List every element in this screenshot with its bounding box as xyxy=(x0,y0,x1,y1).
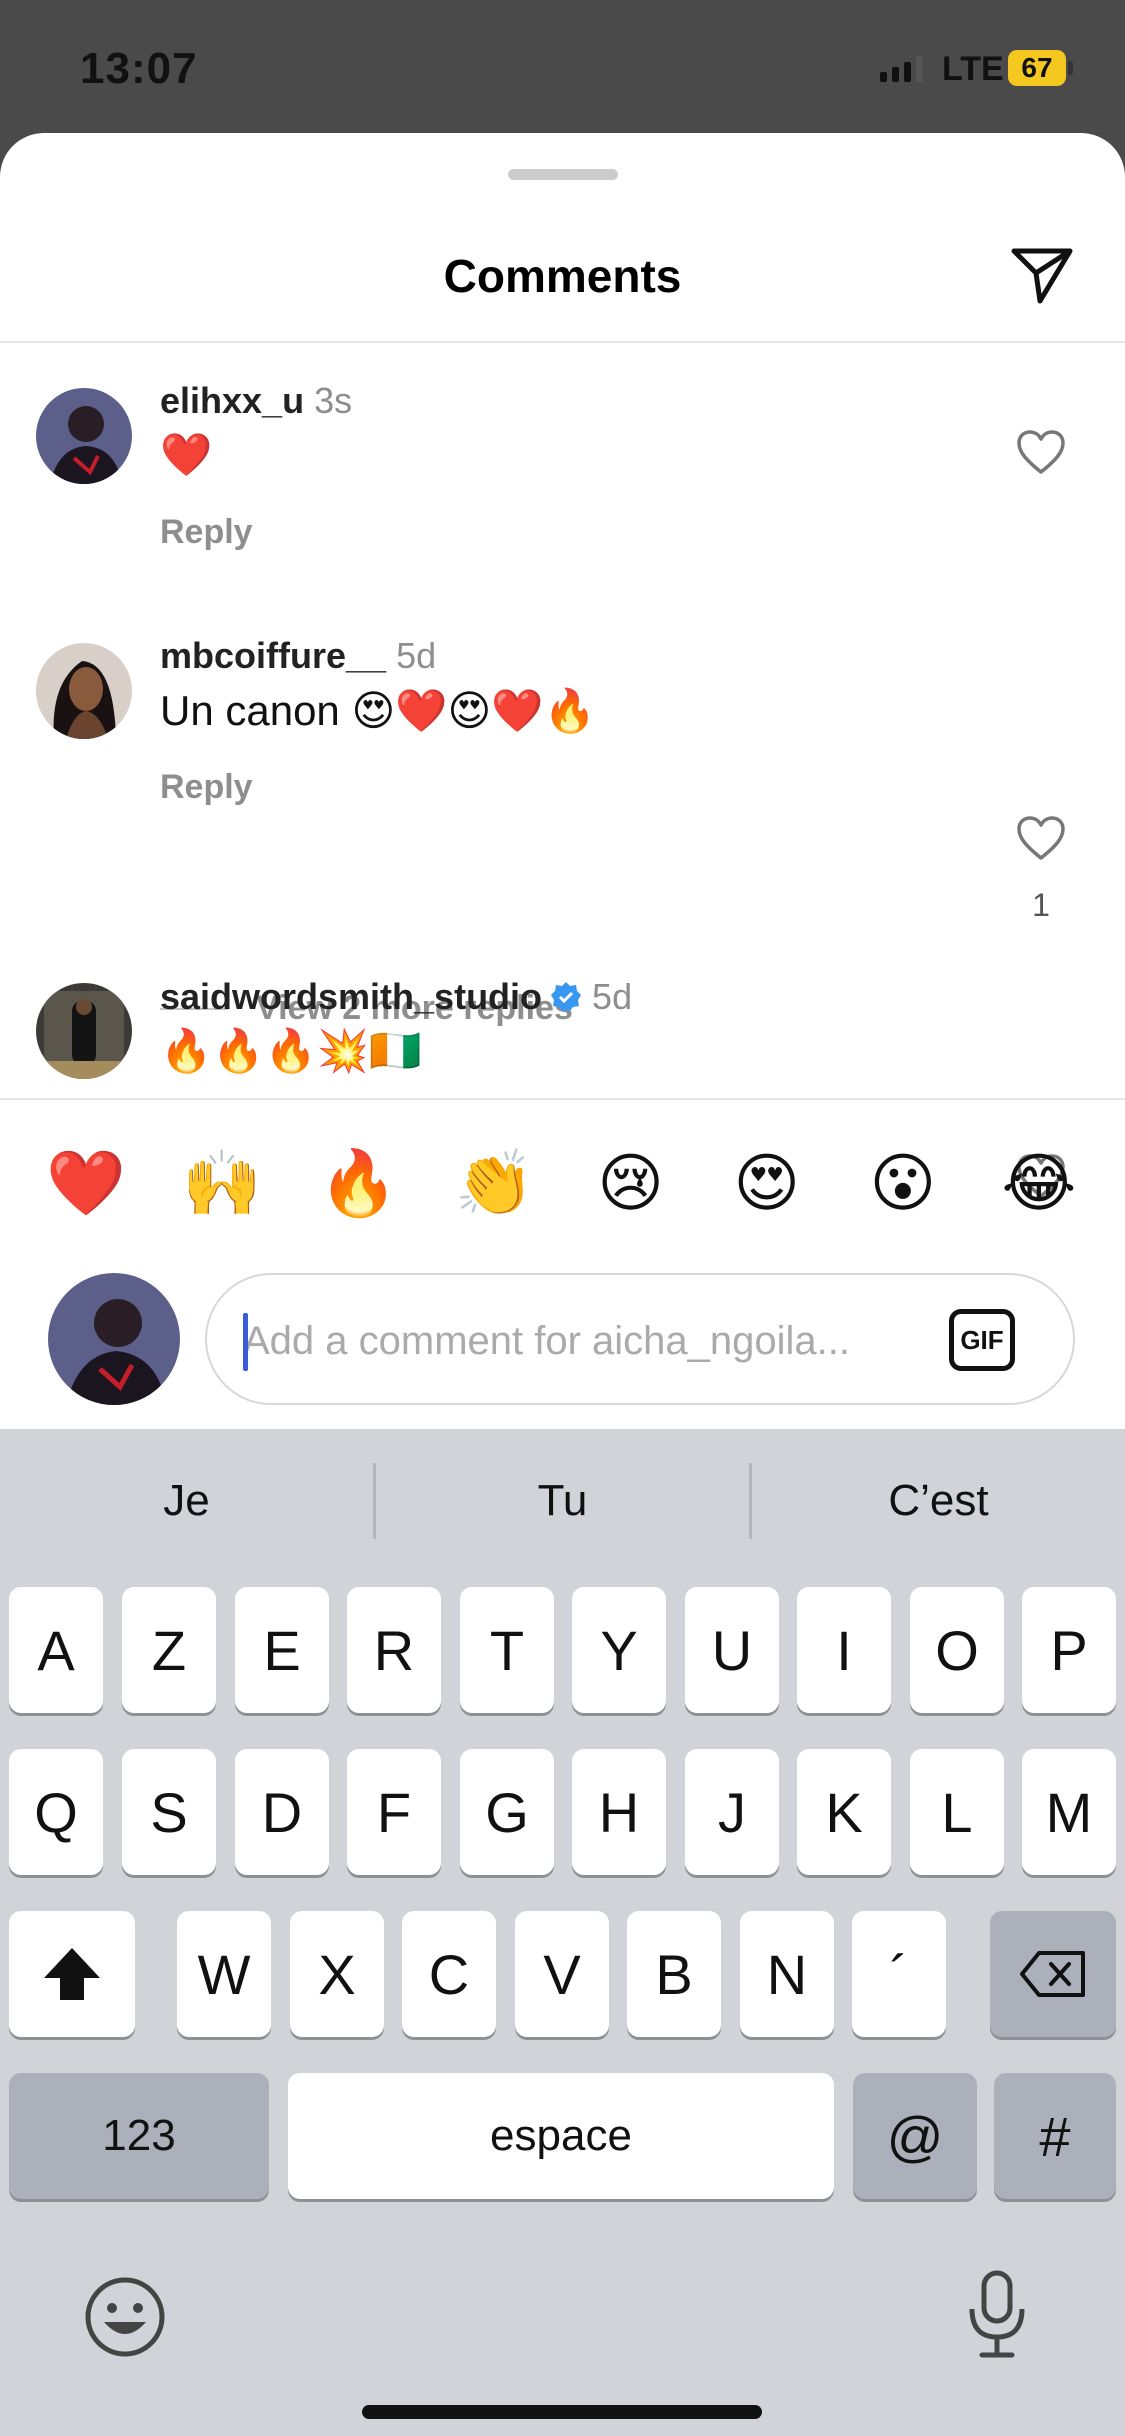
avatar[interactable] xyxy=(36,983,132,1079)
suggestion-item[interactable]: Tu xyxy=(376,1459,749,1543)
key[interactable]: A xyxy=(9,1587,103,1713)
status-bar: 13:07 LTE 67 xyxy=(0,0,1125,140)
key[interactable]: V xyxy=(515,1911,609,2037)
sheet-grabber[interactable] xyxy=(508,169,618,180)
comments-sheet: Comments elihxx_u 3s ❤️ Reply mbcoiffure… xyxy=(0,133,1125,1429)
reaction-fire[interactable]: 🔥 xyxy=(308,1133,408,1233)
comment-username[interactable]: saidwordsmith_studio 5d xyxy=(160,976,632,1018)
key[interactable]: S xyxy=(122,1749,216,1875)
key[interactable]: J xyxy=(685,1749,779,1875)
home-indicator[interactable] xyxy=(362,2405,762,2419)
comment-text: Un canon 😍❤️😍❤️🔥 xyxy=(160,687,596,734)
share-icon[interactable] xyxy=(1006,239,1078,311)
like-count: 1 xyxy=(1032,887,1050,923)
comment-text: 🔥🔥🔥💥🇨🇮 xyxy=(160,1027,422,1074)
reaction-heart[interactable]: ❤️ xyxy=(36,1133,136,1233)
key[interactable]: D xyxy=(235,1749,329,1875)
key[interactable]: F xyxy=(347,1749,441,1875)
sheet-title: Comments xyxy=(443,250,682,302)
key[interactable]: R xyxy=(347,1587,441,1713)
key[interactable]: X xyxy=(290,1911,384,2037)
key[interactable]: O xyxy=(910,1587,1004,1713)
verified-badge-icon xyxy=(551,982,582,1012)
reaction-surprised[interactable]: 😮 xyxy=(853,1133,953,1233)
key[interactable]: ´ xyxy=(852,1911,946,2037)
key[interactable]: E xyxy=(235,1587,329,1713)
reaction-crying[interactable]: 😢 xyxy=(581,1133,681,1233)
heart-icon[interactable] xyxy=(1016,429,1066,475)
comment-time: 5d xyxy=(592,976,633,1017)
key[interactable]: I xyxy=(797,1587,891,1713)
avatar[interactable] xyxy=(36,388,132,484)
comment-username[interactable]: elihxx_u 3s xyxy=(160,380,352,422)
key[interactable]: Y xyxy=(572,1587,666,1713)
current-user-avatar xyxy=(48,1273,180,1405)
battery-cap xyxy=(1068,61,1073,75)
suggestion-bar: Je Tu C’est xyxy=(0,1459,1125,1543)
network-label: LTE xyxy=(942,50,1004,88)
at-key[interactable]: @ xyxy=(853,2073,977,2199)
reactions-divider xyxy=(0,1098,1125,1100)
comment-time: 3s xyxy=(314,380,353,421)
reply-button[interactable]: Reply xyxy=(160,513,253,552)
signal-icon xyxy=(880,56,923,82)
suggestion-item[interactable]: Je xyxy=(0,1459,373,1543)
comment-input[interactable] xyxy=(243,1311,923,1371)
comment-composer: GIF xyxy=(205,1273,1075,1405)
key[interactable]: T xyxy=(460,1587,554,1713)
key[interactable]: Z xyxy=(122,1587,216,1713)
key[interactable]: H xyxy=(572,1749,666,1875)
key[interactable]: G xyxy=(460,1749,554,1875)
reaction-heart-eyes[interactable]: 😍 xyxy=(717,1133,817,1233)
space-key[interactable]: espace xyxy=(288,2073,834,2199)
key[interactable]: N xyxy=(740,1911,834,2037)
key[interactable]: Q xyxy=(9,1749,103,1875)
heart-icon[interactable] xyxy=(1016,815,1066,861)
shift-key[interactable] xyxy=(9,1911,135,2037)
key[interactable]: M xyxy=(1022,1749,1116,1875)
comment-time: 5d xyxy=(396,635,437,676)
backspace-icon xyxy=(1020,1951,1085,1997)
microphone-icon[interactable] xyxy=(966,2269,1028,2361)
key[interactable]: C xyxy=(402,1911,496,2037)
text-cursor xyxy=(243,1313,248,1371)
emoji-keyboard-icon[interactable] xyxy=(82,2274,168,2360)
suggestion-item[interactable]: C’est xyxy=(752,1459,1125,1543)
status-time: 13:07 xyxy=(80,44,198,93)
battery-icon: 67 xyxy=(1008,50,1066,86)
key[interactable]: L xyxy=(910,1749,1004,1875)
reaction-joy[interactable]: 😂 xyxy=(989,1133,1089,1233)
key[interactable]: P xyxy=(1022,1587,1116,1713)
comment-username[interactable]: mbcoiffure__ 5d xyxy=(160,635,436,677)
key[interactable]: W xyxy=(177,1911,271,2037)
reaction-clap[interactable]: 👏 xyxy=(444,1133,544,1233)
avatar[interactable] xyxy=(36,643,132,739)
reply-button[interactable]: Reply xyxy=(160,768,253,807)
comment-text: ❤️ xyxy=(160,431,213,478)
numbers-key[interactable]: 123 xyxy=(9,2073,269,2199)
reaction-raised-hands[interactable]: 🙌 xyxy=(172,1133,272,1233)
header-divider xyxy=(0,341,1125,343)
keyboard: Je Tu C’est A Z E R T Y U I O P Q S D F … xyxy=(0,1429,1125,2436)
hash-key[interactable]: # xyxy=(994,2073,1116,2199)
key[interactable]: K xyxy=(797,1749,891,1875)
gif-button[interactable]: GIF xyxy=(949,1309,1015,1371)
quick-reactions-bar: ❤️ 🙌 🔥 👏 😢 😍 😮 😂 xyxy=(0,1133,1125,1233)
backspace-key[interactable] xyxy=(990,1911,1116,2037)
key[interactable]: B xyxy=(627,1911,721,2037)
shift-icon xyxy=(44,1948,100,2000)
key[interactable]: U xyxy=(685,1587,779,1713)
